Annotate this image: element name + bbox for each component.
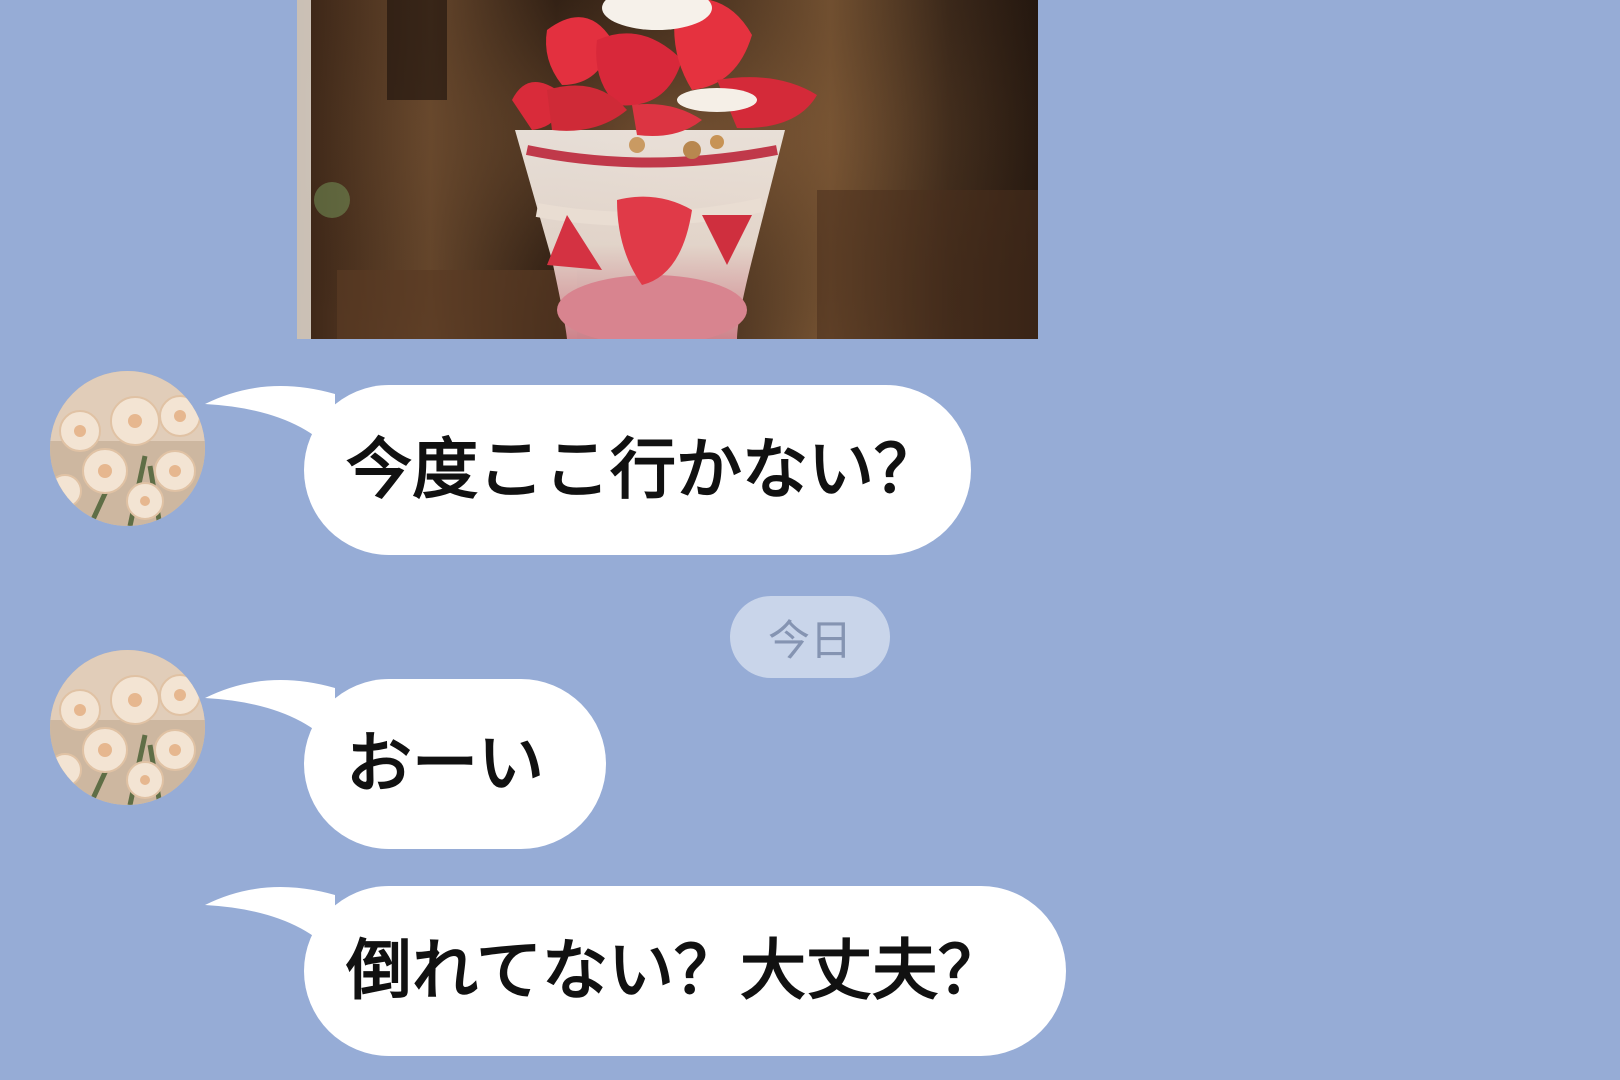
message-text: 倒れてない？大丈夫？ [346,932,1005,1009]
parfait-photo-illustration [297,0,1038,339]
chat-timeline: 今度ここ行かない？ 今日 おーい 倒れてない？大丈夫？ [0,0,1620,1080]
avatar[interactable] [50,650,205,805]
message-bubble[interactable]: おーい [304,679,606,849]
shared-photo[interactable] [297,0,1038,339]
message-text: 今度ここ行かない？ [346,431,940,508]
message-text: おーい [346,725,544,802]
date-separator: 今日 [730,596,890,678]
flower-avatar-icon [50,650,205,805]
avatar[interactable] [50,371,205,526]
date-separator-label: 今日 [767,615,852,665]
message-bubble[interactable]: 今度ここ行かない？ [304,385,971,555]
message-bubble[interactable]: 倒れてない？大丈夫？ [304,886,1066,1056]
flower-avatar-icon [50,371,205,526]
